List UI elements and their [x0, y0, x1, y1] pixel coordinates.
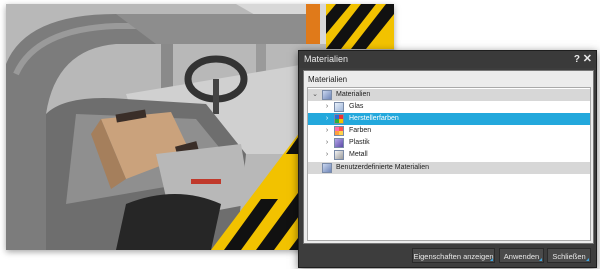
expand-arrow-icon[interactable]: › [323, 149, 331, 161]
expand-arrow-icon[interactable]: › [323, 137, 331, 149]
section-label: Materialien [308, 75, 348, 84]
tree-row-farben[interactable]: › Farben [308, 125, 590, 137]
dialog-titlebar[interactable]: Materialien ? ✕ [299, 51, 596, 68]
tree-row-herstellerfarben[interactable]: › Herstellerfarben [308, 113, 590, 125]
dialog-title: Materialien [304, 54, 349, 64]
plastic-swatch-icon [334, 138, 344, 148]
close-button[interactable]: Schließen [547, 248, 591, 263]
tree-row-label: Farben [349, 127, 372, 134]
manufacturer-colors-icon [334, 114, 344, 124]
tree-row-glas[interactable]: › Glas [308, 101, 590, 113]
materials-folder-icon [322, 90, 332, 100]
tree-row-user-materials[interactable]: Benutzerdefinierte Materialien [308, 162, 590, 174]
hazard-stripes-top [326, 4, 394, 49]
tree-row-label: Herstellerfarben [349, 115, 399, 122]
user-materials-folder-icon [322, 163, 332, 173]
dialog-body: Materialien ⌄ Materialien › Glas › Herst… [303, 70, 594, 244]
glass-swatch-icon [334, 102, 344, 112]
show-properties-button[interactable]: Eigenschaften anzeigen [412, 248, 495, 263]
expand-arrow-icon[interactable]: › [323, 101, 331, 113]
collapse-arrow-icon[interactable]: ⌄ [311, 89, 319, 101]
close-icon[interactable]: ✕ [583, 51, 592, 68]
tree-row-label: Materialien [336, 91, 371, 98]
tree-row-metall[interactable]: › Metall [308, 149, 590, 161]
tree-row-label: Glas [349, 103, 364, 110]
help-icon[interactable]: ? [574, 51, 580, 68]
colors-icon [334, 126, 344, 136]
tree-row-label: Benutzerdefinierte Materialien [336, 164, 429, 171]
tree-row-plastik[interactable]: › Plastik [308, 137, 590, 149]
materials-tree: ⌄ Materialien › Glas › Herstellerfarben … [307, 87, 591, 241]
tree-row-label: Metall [349, 151, 368, 158]
expand-arrow-icon[interactable]: › [323, 125, 331, 137]
expand-arrow-icon[interactable]: › [323, 113, 331, 125]
dialog-button-bar: Eigenschaften anzeigen Anwenden Schließe… [299, 244, 596, 266]
tree-row-materialien[interactable]: ⌄ Materialien [308, 89, 590, 101]
apply-button[interactable]: Anwenden [499, 248, 544, 263]
materials-dialog: Materialien ? ✕ Materialien ⌄ Materialie… [298, 50, 597, 268]
tree-row-label: Plastik [349, 139, 370, 146]
metal-swatch-icon [334, 150, 344, 160]
